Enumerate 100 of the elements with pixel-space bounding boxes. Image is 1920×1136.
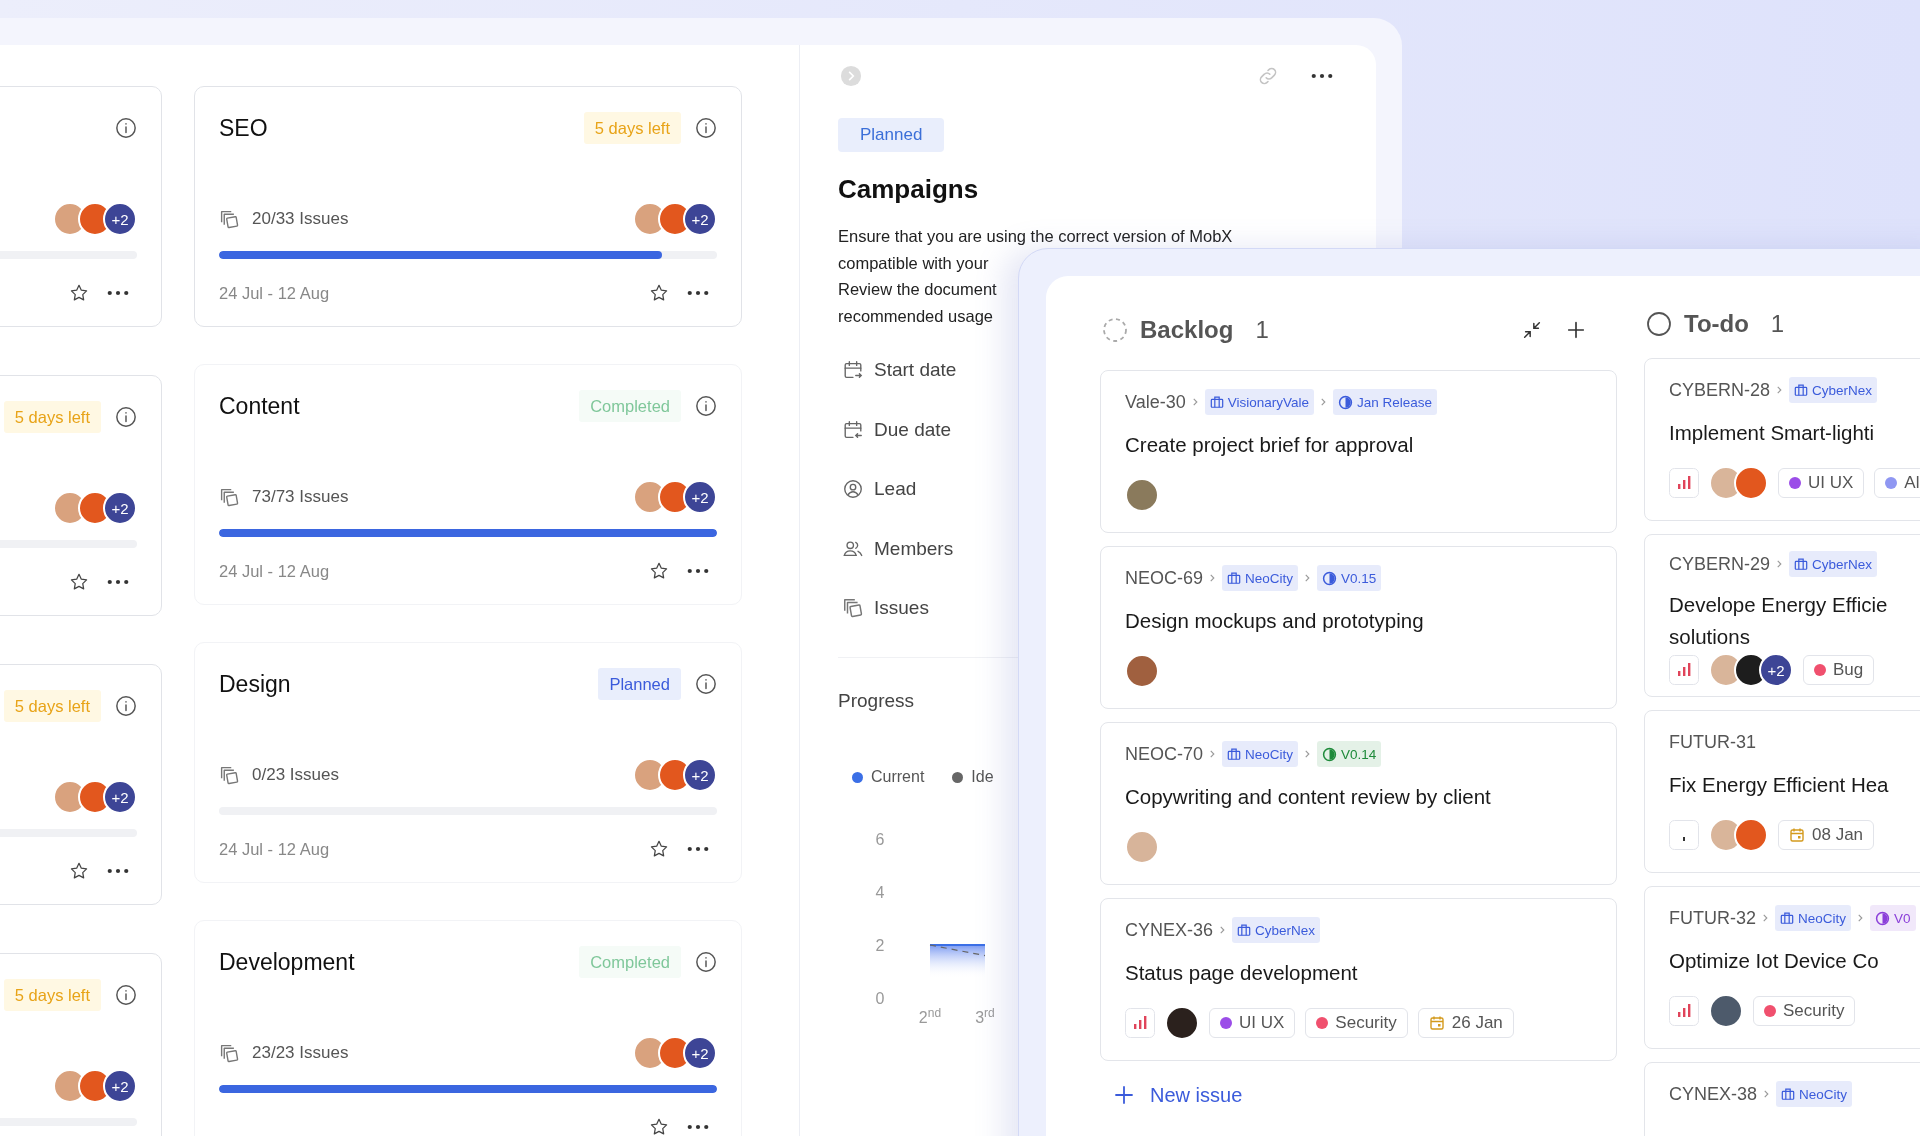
more-count: +2	[103, 202, 137, 236]
info-icon[interactable]	[115, 695, 137, 717]
cycle-tag[interactable]: V0	[1870, 905, 1916, 931]
status-badge: 5 days left	[583, 112, 681, 144]
status-badge: 5 days left	[3, 690, 101, 722]
project-tag[interactable]: CyberNex	[1789, 551, 1878, 577]
cycle-tag[interactable]: V0.14	[1317, 741, 1382, 767]
more-icon[interactable]	[687, 568, 709, 574]
tick-label: 6	[875, 831, 885, 848]
more-count: +2	[683, 758, 717, 792]
issues-icon	[842, 597, 864, 619]
issue-id: Vale-30	[1125, 391, 1186, 413]
priority-icon[interactable]	[1669, 996, 1699, 1026]
issue-title: Status page development	[1125, 960, 1359, 986]
cycle-tag[interactable]: Jan Release	[1333, 389, 1438, 415]
more-icon[interactable]	[107, 290, 129, 296]
issue-card[interactable]: NEOC-70 NeoCity V0.14 Copywriting and content review by client	[1100, 722, 1617, 885]
more-icon[interactable]	[107, 868, 129, 874]
cycle-tag[interactable]: V0.15	[1317, 565, 1382, 591]
more-count: +2	[103, 780, 137, 814]
calendar-icon	[1428, 1015, 1445, 1031]
new-issue-button[interactable]: New issue	[1112, 1083, 1243, 1107]
status-badge: Completed	[579, 946, 681, 978]
project-tag[interactable]: CyberNex	[1789, 377, 1878, 403]
issue-card[interactable]: Vale-30 VisionaryVale Jan Release Create project brief for approval	[1100, 370, 1617, 533]
tick-label: 4	[875, 884, 885, 901]
more-icon[interactable]	[687, 290, 709, 296]
project-tag[interactable]: NeoCity	[1222, 741, 1299, 767]
add-icon[interactable]	[1565, 319, 1587, 341]
info-icon[interactable]	[695, 395, 717, 417]
issue-card[interactable]: CYNEX-38 NeoCity	[1644, 1062, 1920, 1136]
status-badge: 5 days left	[3, 979, 101, 1011]
label-tag[interactable]: Al	[1874, 468, 1920, 498]
star-icon[interactable]	[649, 561, 669, 581]
status-badge: 5 days left	[3, 401, 101, 433]
tick-label: 2	[875, 937, 885, 954]
due-date-tag[interactable]: 26 Jan	[1417, 1008, 1514, 1038]
issue-card[interactable]: CYNEX-36 CyberNex Status page development UI UX Security 26 Jan	[1100, 898, 1617, 1061]
star-icon[interactable]	[69, 861, 89, 881]
info-icon[interactable]	[695, 673, 717, 695]
more-icon[interactable]	[687, 846, 709, 852]
star-icon[interactable]	[649, 1117, 669, 1136]
issue-count: 20/33 Issues	[252, 209, 349, 229]
info-icon[interactable]	[115, 984, 137, 1006]
issue-count: 73/73 Issues	[252, 487, 349, 507]
issue-id: CYNEX-38	[1669, 1083, 1758, 1105]
label-tag[interactable]: UI UX	[1209, 1008, 1296, 1038]
chevron-icon	[1191, 397, 1199, 407]
due-date-tag[interactable]: 08 Jan	[1778, 820, 1875, 850]
chevron-icon	[1763, 1089, 1771, 1099]
more-icon[interactable]	[687, 1124, 709, 1130]
issue-title: Copywriting and content review by client	[1125, 784, 1492, 810]
project-tag[interactable]: CyberNex	[1232, 917, 1321, 943]
project-tag[interactable]: NeoCity	[1775, 905, 1852, 931]
chevron-icon	[1857, 913, 1865, 923]
star-icon[interactable]	[649, 283, 669, 303]
issue-card[interactable]: CYBERN-28 CyberNex Implement Smart-lighti UI UX Al	[1644, 358, 1920, 521]
priority-icon[interactable]	[1669, 655, 1699, 685]
info-icon[interactable]	[695, 951, 717, 973]
issue-card[interactable]: FUTUR-32 NeoCity V0 Optimize Iot Device Co Security	[1644, 886, 1920, 1049]
issue-count: 1	[1770, 310, 1785, 338]
more-count: +2	[103, 491, 137, 525]
label-tag[interactable]: UI UX	[1778, 468, 1865, 498]
chevron-icon	[1209, 749, 1217, 759]
priority-icon[interactable]	[1125, 1008, 1155, 1038]
issue-id: FUTUR-32	[1669, 907, 1756, 929]
priority-icon[interactable]	[1669, 468, 1699, 498]
legend-label: Current	[871, 768, 925, 786]
more-icon[interactable]	[107, 579, 129, 585]
label-tag[interactable]: Security	[1305, 1008, 1408, 1038]
info-icon[interactable]	[115, 406, 137, 428]
label-tag[interactable]: Security	[1753, 996, 1856, 1026]
star-icon[interactable]	[69, 283, 89, 303]
more-icon[interactable]	[1311, 73, 1333, 79]
project-tag[interactable]: VisionaryVale	[1204, 389, 1314, 415]
issue-card[interactable]: CYBERN-29 CyberNex Develope Energy Efficie solutions +2 Bug	[1644, 534, 1920, 697]
property-label: Start date	[874, 359, 957, 381]
project-tag[interactable]: NeoCity	[1222, 565, 1299, 591]
more-count: +2	[1759, 653, 1793, 687]
issue-id: CYBERN-29	[1669, 553, 1771, 575]
star-icon[interactable]	[649, 839, 669, 859]
more-count: +2	[683, 480, 717, 514]
add-icon	[1112, 1083, 1136, 1107]
issue-card[interactable]: FUTUR-31 Fix Energy Efficient Hea 08 Jan	[1644, 710, 1920, 873]
status-badge: Completed	[579, 390, 681, 422]
issue-card[interactable]: NEOC-69 NeoCity V0.15 Design mockups and prototyping	[1100, 546, 1617, 709]
project-tag[interactable]: NeoCity	[1776, 1081, 1853, 1107]
chevron-icon	[1320, 397, 1327, 407]
status-badge: Planned	[838, 118, 945, 152]
info-icon[interactable]	[115, 117, 137, 139]
issue-id: NEOC-69	[1125, 567, 1204, 589]
property-label: Issues	[874, 597, 929, 619]
star-icon[interactable]	[69, 572, 89, 592]
chevron-icon	[1304, 573, 1312, 583]
property-label: Due date	[874, 418, 952, 441]
property-label: Lead	[874, 478, 917, 500]
label-tag[interactable]: Bug	[1803, 655, 1875, 685]
collapse-icon[interactable]	[1521, 319, 1543, 341]
info-icon[interactable]	[695, 117, 717, 139]
chevron-icon	[1762, 913, 1769, 923]
